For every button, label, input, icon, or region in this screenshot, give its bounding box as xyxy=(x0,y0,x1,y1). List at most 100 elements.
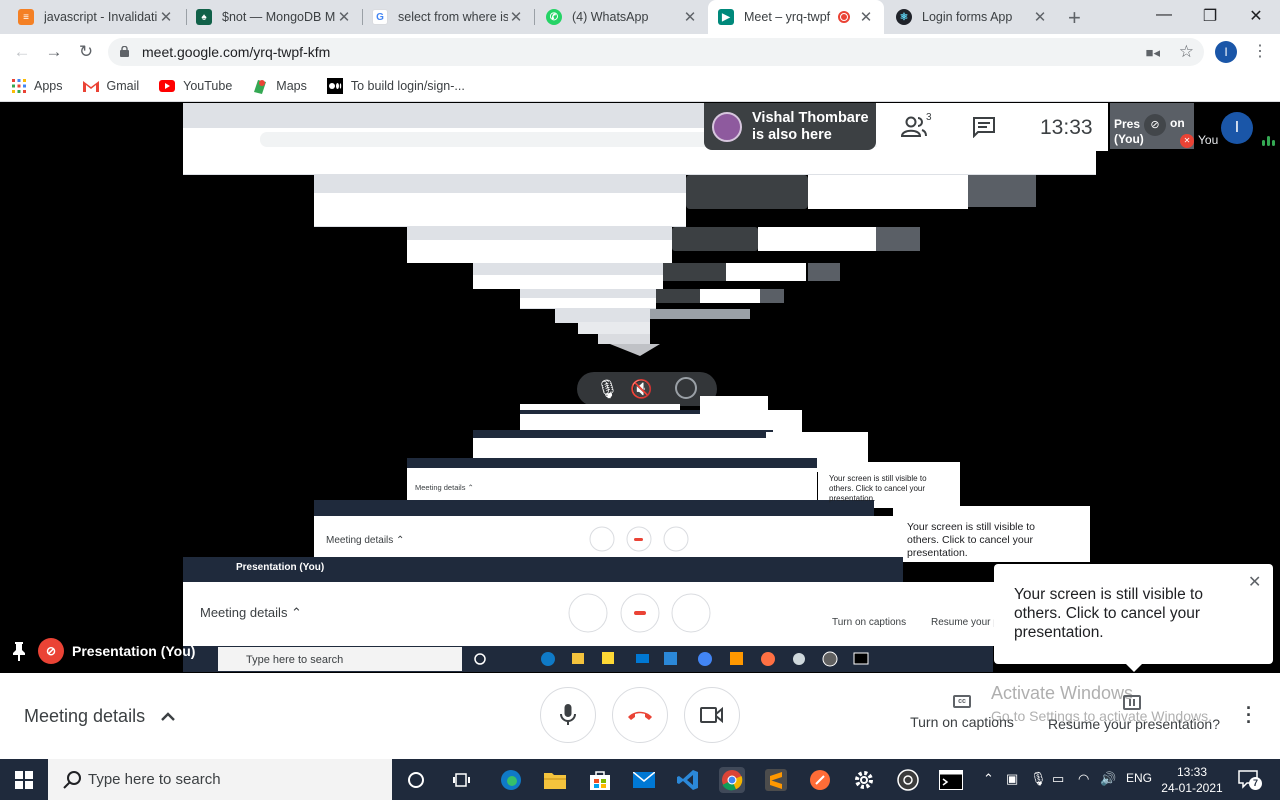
whatsapp-icon: ✆ xyxy=(546,9,562,25)
wifi-icon[interactable]: ◠ xyxy=(1078,771,1089,787)
svg-text:presentation.: presentation. xyxy=(829,494,875,503)
chevron-up-icon[interactable] xyxy=(160,709,176,723)
window-close-button[interactable]: ✕ xyxy=(1246,6,1266,26)
svg-text:Meeting details ⌃: Meeting details ⌃ xyxy=(200,605,302,620)
self-presentation-tile[interactable]: Pres (You) on ⊘ ✕ xyxy=(1110,103,1194,149)
bookmark-gmail[interactable]: Gmail xyxy=(82,79,139,93)
terminal-icon[interactable] xyxy=(938,767,964,793)
pause-presentation-icon xyxy=(1123,695,1141,710)
meet-tray-camera-icon[interactable]: ▣ xyxy=(1006,771,1018,787)
tab-login-forms[interactable]: ⚛ Login forms App ✕ xyxy=(886,0,1058,34)
svg-text:Your screen is still visible t: Your screen is still visible to xyxy=(907,521,1035,533)
svg-text:Meeting details ⌃: Meeting details ⌃ xyxy=(415,483,474,492)
tab-meet[interactable]: ▶ Meet – yrq-twpf ✕ xyxy=(708,0,884,34)
more-options-icon[interactable]: · · · xyxy=(1244,699,1254,731)
notification-center-icon[interactable]: 7 xyxy=(1238,769,1262,790)
camera-icon xyxy=(700,706,723,724)
battery-icon[interactable]: ▭ xyxy=(1052,771,1064,787)
close-icon[interactable]: ✕ xyxy=(682,8,698,26)
bookmarks-bar: Apps Gmail YouTube Maps To build login/s… xyxy=(0,70,1280,102)
close-icon[interactable]: ✕ xyxy=(336,8,352,26)
participant-joined-chip: Vishal Thombare is also here xyxy=(704,103,876,150)
camera-button[interactable] xyxy=(684,687,740,743)
close-icon[interactable]: ✕ xyxy=(158,8,174,26)
obs-icon[interactable] xyxy=(895,767,921,793)
svg-text:Your screen is still visible t: Your screen is still visible to xyxy=(829,474,927,483)
bookmark-medium[interactable]: To build login/sign-... xyxy=(326,77,465,94)
chrome-icon[interactable] xyxy=(719,767,745,793)
apps-grid-icon xyxy=(12,78,26,93)
edge-icon[interactable] xyxy=(498,767,524,793)
forward-button[interactable]: → xyxy=(44,42,64,62)
speaking-indicator-icon xyxy=(1262,136,1275,146)
profile-avatar[interactable]: I xyxy=(1215,41,1237,63)
maps-icon xyxy=(252,78,268,94)
windows-start-icon[interactable] xyxy=(15,771,33,789)
minimize-button[interactable]: — xyxy=(1154,6,1174,24)
warning-tail xyxy=(1124,662,1144,672)
windows-taskbar: Type here to search ⌃ ▣ 🎙 ▭ ◠ 🔊 ENG 13:3… xyxy=(0,759,1280,800)
tray-chevron-up-icon[interactable]: ⌃ xyxy=(983,771,994,787)
taskbar-search-box[interactable]: Type here to search xyxy=(48,759,392,800)
task-view-icon[interactable] xyxy=(450,767,476,793)
address-bar[interactable]: meet.google.com/yrq-twpf-kfm ■◂ ☆ xyxy=(108,38,1204,66)
warning-text: Your screen is still visible to others. … xyxy=(1014,586,1203,641)
mail-icon[interactable] xyxy=(631,767,657,793)
meeting-details-button[interactable]: Meeting details xyxy=(24,706,145,727)
close-icon[interactable]: ✕ xyxy=(508,8,524,26)
captions-label: Turn on captions xyxy=(910,714,1014,730)
new-tab-button[interactable]: + xyxy=(1068,5,1081,31)
sublime-text-icon[interactable] xyxy=(763,767,789,793)
language-indicator[interactable]: ENG xyxy=(1126,771,1152,785)
close-icon[interactable]: ✕ xyxy=(1248,572,1261,592)
bookmark-label: YouTube xyxy=(183,78,233,93)
taskbar-clock[interactable]: 13:33 24-01-2021 xyxy=(1160,764,1224,796)
presentation-label-text: Presentation (You) xyxy=(72,643,196,659)
cortana-icon[interactable] xyxy=(403,767,429,793)
tab-mongodb[interactable]: ♠ $not — MongoDB M ✕ xyxy=(186,0,362,34)
postman-icon[interactable] xyxy=(807,767,833,793)
store-icon[interactable] xyxy=(587,767,613,793)
camera-in-use-icon[interactable]: ■◂ xyxy=(1146,45,1160,61)
svg-text:Meeting details ⌃: Meeting details ⌃ xyxy=(326,535,404,546)
restore-button[interactable]: ❐ xyxy=(1200,6,1220,26)
meet-tray-mic-icon[interactable]: 🎙 xyxy=(1030,771,1047,787)
tab-title: $not — MongoDB M xyxy=(222,10,336,24)
svg-text:Type here to search: Type here to search xyxy=(246,654,343,666)
reload-button[interactable]: ↻ xyxy=(76,42,96,62)
volume-icon[interactable]: 🔊 xyxy=(1100,771,1116,787)
still-presenting-warning[interactable]: Your screen is still visible to others. … xyxy=(994,564,1273,664)
react-icon: ⚛ xyxy=(896,9,912,25)
participant-name: Vishal Thombare xyxy=(752,109,869,126)
microphone-button[interactable] xyxy=(540,687,596,743)
meet-control-bar: Meeting details Activate Windows Go to S… xyxy=(0,673,1280,759)
tab-google-search[interactable]: G select from where is ✕ xyxy=(362,0,534,34)
browser-menu-icon[interactable]: ⋮ xyxy=(1252,41,1268,61)
gmail-icon xyxy=(82,80,99,92)
tab-stackoverflow[interactable]: ≡ javascript - Invalidati ✕ xyxy=(8,0,184,34)
chat-icon[interactable] xyxy=(972,116,996,138)
close-icon[interactable]: ✕ xyxy=(858,8,874,26)
taskbar-search-placeholder: Type here to search xyxy=(88,771,221,788)
tab-title: javascript - Invalidati xyxy=(44,10,158,24)
close-icon[interactable]: ✕ xyxy=(1032,8,1048,26)
bookmark-label: To build login/sign-... xyxy=(350,78,465,93)
back-button[interactable]: ← xyxy=(12,42,32,62)
tab-title: (4) WhatsApp xyxy=(572,10,649,24)
self-avatar: I xyxy=(1221,112,1253,144)
file-explorer-icon[interactable] xyxy=(542,767,568,793)
search-icon xyxy=(63,771,81,789)
vscode-icon[interactable] xyxy=(675,767,701,793)
bookmark-maps[interactable]: Maps xyxy=(252,78,307,94)
svg-text:others. Click to cancel your: others. Click to cancel your xyxy=(829,484,925,493)
tab-whatsapp[interactable]: ✆ (4) WhatsApp ✕ xyxy=(536,0,708,34)
meeting-clock: 13:33 xyxy=(1040,116,1093,139)
bookmark-youtube[interactable]: YouTube xyxy=(159,79,232,93)
settings-icon[interactable] xyxy=(851,767,877,793)
leave-call-button[interactable] xyxy=(612,687,668,743)
captions-button[interactable]: cc Turn on captions xyxy=(908,695,1016,730)
bookmark-star-icon[interactable]: ☆ xyxy=(1179,42,1194,62)
bookmark-apps[interactable]: Apps xyxy=(12,78,63,93)
resume-presentation-button[interactable]: Resume your presentation? xyxy=(1048,695,1220,732)
pin-icon[interactable] xyxy=(10,641,28,661)
